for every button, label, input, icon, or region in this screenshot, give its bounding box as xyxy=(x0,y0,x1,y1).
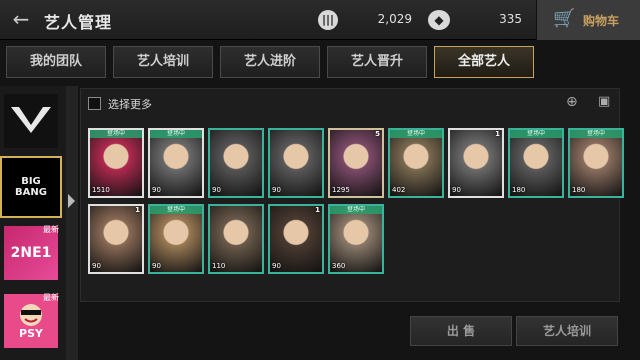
artist-card[interactable]: 5 1295 xyxy=(328,128,384,198)
cart-button[interactable]: 🛒 购物车 xyxy=(536,0,640,40)
artist-level: 402 xyxy=(392,186,406,194)
debut-tag: 登场中 xyxy=(330,206,382,214)
artist-level: 1295 xyxy=(332,186,350,194)
yg-logo xyxy=(4,94,58,148)
artist-level: 90 xyxy=(152,186,161,194)
back-arrow-icon[interactable]: ← xyxy=(8,8,34,32)
artist-level: 90 xyxy=(92,262,101,270)
star-count: 1 xyxy=(495,130,500,138)
psy-face-icon xyxy=(20,303,42,326)
artist-level: 1510 xyxy=(92,186,110,194)
artist-card[interactable]: 登场中 180 xyxy=(568,128,624,198)
agency-2ne1[interactable]: 2NE1 最新 xyxy=(0,222,62,284)
coin-balance: 2,029 xyxy=(377,12,412,26)
artist-card[interactable]: 登场中 360 xyxy=(328,204,384,274)
artist-level: 180 xyxy=(572,186,586,194)
cart-label: 购物车 xyxy=(583,14,620,28)
artist-level: 90 xyxy=(152,262,161,270)
sell-button[interactable]: 出 售 xyxy=(410,316,512,346)
artist-level: 90 xyxy=(212,186,221,194)
artist-card[interactable]: 90 xyxy=(268,128,324,198)
artist-card[interactable]: 110 xyxy=(208,204,264,274)
artist-level: 90 xyxy=(452,186,461,194)
new-badge: 最新 xyxy=(43,293,59,302)
coin-icon: ||| xyxy=(318,10,338,30)
artist-card[interactable]: 1 90 xyxy=(268,204,324,274)
agency-list: BIG BANG 2NE1 最新 PSY 最新 xyxy=(0,86,66,360)
artist-card[interactable]: 1 90 xyxy=(88,204,144,274)
cart-icon: 🛒 xyxy=(553,8,576,29)
debut-tag: 登场中 xyxy=(570,130,622,138)
star-count: 1 xyxy=(135,206,140,214)
bigbang-logo-big: BIG xyxy=(21,176,41,187)
checkbox[interactable] xyxy=(88,97,101,110)
debut-tag: 登场中 xyxy=(510,130,562,138)
train-artist-button[interactable]: 艺人培训 xyxy=(516,316,618,346)
tab-training[interactable]: 艺人培训 xyxy=(113,46,213,78)
star-count: 5 xyxy=(375,130,380,138)
page-title: 艺人管理 xyxy=(44,13,113,32)
new-badge: 最新 xyxy=(43,225,59,234)
top-bar: ← 艺人管理 ||| 2,029 ◆ 335 🛒 购物车 xyxy=(0,0,640,40)
debut-tag: 登场中 xyxy=(390,130,442,138)
psy-logo-text: PSY xyxy=(19,326,43,340)
debut-tag: 登场中 xyxy=(150,130,202,138)
agency-collapse-handle[interactable] xyxy=(66,86,78,360)
artist-level: 360 xyxy=(332,262,346,270)
artist-card[interactable]: 登场中 180 xyxy=(508,128,564,198)
artist-card[interactable]: 1 90 xyxy=(448,128,504,198)
artist-card[interactable]: 登场中 1510 xyxy=(88,128,144,198)
artist-card[interactable]: 登场中 90 xyxy=(148,128,204,198)
artist-level: 90 xyxy=(272,186,281,194)
artist-level: 180 xyxy=(512,186,526,194)
tab-all-artists[interactable]: 全部艺人 xyxy=(434,46,534,78)
bigbang-logo-bang: BANG xyxy=(15,187,47,198)
agency-bigbang[interactable]: BIG BANG xyxy=(0,156,62,218)
select-more-label: 选择更多 xyxy=(108,98,152,111)
artist-level: 110 xyxy=(212,262,226,270)
agency-psy[interactable]: PSY 最新 xyxy=(0,290,62,352)
star-count: 1 xyxy=(315,206,320,214)
tab-my-team[interactable]: 我的团队 xyxy=(6,46,106,78)
tab-bar: 我的团队 艺人培训 艺人进阶 艺人晋升 全部艺人 xyxy=(0,44,640,80)
expand-arrow-icon xyxy=(68,194,75,208)
diamond-icon: ◆ xyxy=(428,10,450,30)
tab-advance[interactable]: 艺人进阶 xyxy=(220,46,320,78)
debut-tag: 登场中 xyxy=(150,206,202,214)
debut-tag: 登场中 xyxy=(90,130,142,138)
artist-card[interactable]: 登场中 90 xyxy=(148,204,204,274)
lock-icon[interactable]: ▣ xyxy=(598,94,614,110)
diamond-balance: 335 xyxy=(499,12,522,26)
artist-level: 90 xyxy=(272,262,281,270)
tab-promotion[interactable]: 艺人晋升 xyxy=(327,46,427,78)
artist-card[interactable]: 90 xyxy=(208,128,264,198)
artist-card[interactable]: 登场中 402 xyxy=(388,128,444,198)
bigbang-logo: BIG BANG xyxy=(4,160,58,214)
zoom-icon[interactable]: ⊕ xyxy=(566,94,582,110)
agency-yg[interactable] xyxy=(0,90,62,152)
